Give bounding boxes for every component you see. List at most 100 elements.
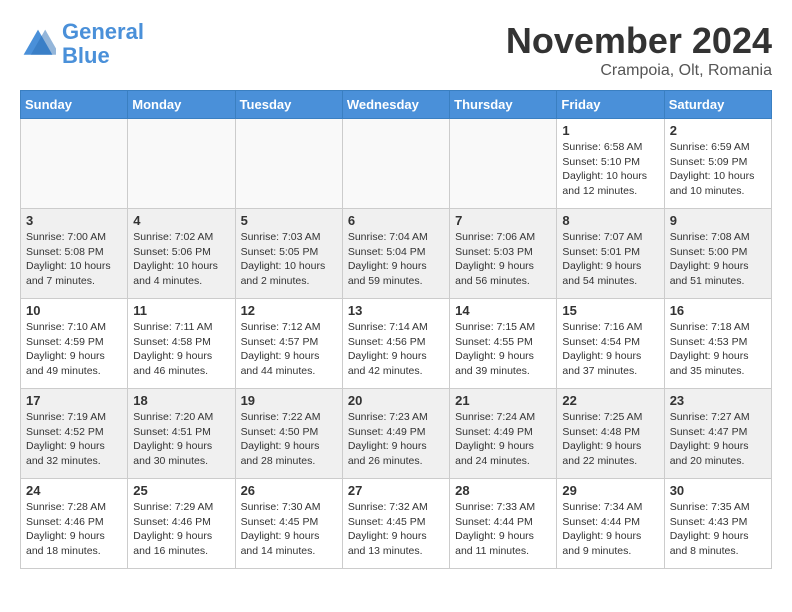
weekday-header-saturday: Saturday [664,91,771,119]
weekday-header-wednesday: Wednesday [342,91,449,119]
day-info: Sunrise: 7:32 AM Sunset: 4:45 PM Dayligh… [348,500,444,559]
day-info: Sunrise: 7:19 AM Sunset: 4:52 PM Dayligh… [26,410,122,469]
day-number: 17 [26,393,122,408]
day-cell [450,119,557,209]
day-number: 6 [348,213,444,228]
day-info: Sunrise: 6:59 AM Sunset: 5:09 PM Dayligh… [670,140,766,199]
day-number: 15 [562,303,658,318]
day-number: 28 [455,483,551,498]
day-info: Sunrise: 7:11 AM Sunset: 4:58 PM Dayligh… [133,320,229,379]
logo: General Blue [20,20,144,68]
day-cell: 19 Sunrise: 7:22 AM Sunset: 4:50 PM Dayli… [235,389,342,479]
logo-blue: Blue [62,43,110,68]
day-info: Sunrise: 7:08 AM Sunset: 5:00 PM Dayligh… [670,230,766,289]
day-number: 7 [455,213,551,228]
day-cell: 13Sunrise: 7:14 AM Sunset: 4:56 PM Dayli… [342,299,449,389]
day-cell: 8 Sunrise: 7:07 AM Sunset: 5:01 PM Daylig… [557,209,664,299]
day-cell: 2 Sunrise: 6:59 AM Sunset: 5:09 PM Daylig… [664,119,771,209]
day-info: Sunrise: 7:15 AM Sunset: 4:55 PM Dayligh… [455,320,551,379]
day-info: Sunrise: 7:24 AM Sunset: 4:49 PM Dayligh… [455,410,551,469]
day-number: 20 [348,393,444,408]
day-cell: 22Sunrise: 7:25 AM Sunset: 4:48 PM Dayli… [557,389,664,479]
weekday-header-thursday: Thursday [450,91,557,119]
day-cell: 28 Sunrise: 7:33 AM Sunset: 4:44 PM Dayli… [450,479,557,569]
weekday-header-monday: Monday [128,91,235,119]
week-row-3: 10 Sunrise: 7:10 AM Sunset: 4:59 PM Dayli… [21,299,772,389]
day-cell: 10 Sunrise: 7:10 AM Sunset: 4:59 PM Dayli… [21,299,128,389]
day-cell: 5 Sunrise: 7:03 AM Sunset: 5:05 PM Daylig… [235,209,342,299]
day-number: 21 [455,393,551,408]
day-info: Sunrise: 7:10 AM Sunset: 4:59 PM Dayligh… [26,320,122,379]
title-block: November 2024 Crampoia, Olt, Romania [506,20,772,80]
day-number: 5 [241,213,337,228]
day-info: Sunrise: 7:23 AM Sunset: 4:49 PM Dayligh… [348,410,444,469]
logo-text: General Blue [62,20,144,68]
day-info: Sunrise: 7:22 AM Sunset: 4:50 PM Dayligh… [241,410,337,469]
day-cell: 4Sunrise: 7:02 AM Sunset: 5:06 PM Daylig… [128,209,235,299]
day-info: Sunrise: 7:33 AM Sunset: 4:44 PM Dayligh… [455,500,551,559]
location: Crampoia, Olt, Romania [506,62,772,80]
day-cell [21,119,128,209]
day-info: Sunrise: 7:30 AM Sunset: 4:45 PM Dayligh… [241,500,337,559]
day-cell: 9 Sunrise: 7:08 AM Sunset: 5:00 PM Daylig… [664,209,771,299]
day-number: 1 [562,123,658,138]
day-cell [235,119,342,209]
day-number: 2 [670,123,766,138]
day-number: 9 [670,213,766,228]
page-header: General Blue November 2024 Crampoia, Olt… [20,20,772,80]
day-info: Sunrise: 7:29 AM Sunset: 4:46 PM Dayligh… [133,500,229,559]
day-number: 3 [26,213,122,228]
day-info: Sunrise: 7:03 AM Sunset: 5:05 PM Dayligh… [241,230,337,289]
day-info: Sunrise: 7:06 AM Sunset: 5:03 PM Dayligh… [455,230,551,289]
calendar-table: SundayMondayTuesdayWednesdayThursdayFrid… [20,90,772,569]
week-row-2: 3Sunrise: 7:00 AM Sunset: 5:08 PM Daylig… [21,209,772,299]
day-cell: 23Sunrise: 7:27 AM Sunset: 4:47 PM Dayli… [664,389,771,479]
day-cell: 12Sunrise: 7:12 AM Sunset: 4:57 PM Dayli… [235,299,342,389]
day-info: Sunrise: 7:16 AM Sunset: 4:54 PM Dayligh… [562,320,658,379]
day-number: 18 [133,393,229,408]
day-info: Sunrise: 7:35 AM Sunset: 4:43 PM Dayligh… [670,500,766,559]
day-cell: 11 Sunrise: 7:11 AM Sunset: 4:58 PM Dayli… [128,299,235,389]
day-number: 11 [133,303,229,318]
day-cell: 3Sunrise: 7:00 AM Sunset: 5:08 PM Daylig… [21,209,128,299]
day-cell: 29Sunrise: 7:34 AM Sunset: 4:44 PM Dayli… [557,479,664,569]
day-number: 22 [562,393,658,408]
day-info: Sunrise: 7:18 AM Sunset: 4:53 PM Dayligh… [670,320,766,379]
day-cell: 6 Sunrise: 7:04 AM Sunset: 5:04 PM Daylig… [342,209,449,299]
day-cell: 14 Sunrise: 7:15 AM Sunset: 4:55 PM Dayli… [450,299,557,389]
day-info: Sunrise: 7:28 AM Sunset: 4:46 PM Dayligh… [26,500,122,559]
day-cell: 30 Sunrise: 7:35 AM Sunset: 4:43 PM Dayli… [664,479,771,569]
day-number: 14 [455,303,551,318]
day-number: 30 [670,483,766,498]
week-row-1: 1Sunrise: 6:58 AM Sunset: 5:10 PM Daylig… [21,119,772,209]
day-cell: 17 Sunrise: 7:19 AM Sunset: 4:52 PM Dayli… [21,389,128,479]
day-number: 13 [348,303,444,318]
day-cell [342,119,449,209]
day-number: 27 [348,483,444,498]
day-info: Sunrise: 7:07 AM Sunset: 5:01 PM Dayligh… [562,230,658,289]
day-number: 25 [133,483,229,498]
day-number: 16 [670,303,766,318]
day-cell [128,119,235,209]
day-number: 4 [133,213,229,228]
day-number: 8 [562,213,658,228]
day-cell: 21 Sunrise: 7:24 AM Sunset: 4:49 PM Dayli… [450,389,557,479]
day-cell: 7 Sunrise: 7:06 AM Sunset: 5:03 PM Daylig… [450,209,557,299]
day-cell: 27 Sunrise: 7:32 AM Sunset: 4:45 PM Dayli… [342,479,449,569]
weekday-header-tuesday: Tuesday [235,91,342,119]
weekday-header-sunday: Sunday [21,91,128,119]
day-cell: 24Sunrise: 7:28 AM Sunset: 4:46 PM Dayli… [21,479,128,569]
day-cell: 20 Sunrise: 7:23 AM Sunset: 4:49 PM Dayli… [342,389,449,479]
weekday-header-row: SundayMondayTuesdayWednesdayThursdayFrid… [21,91,772,119]
day-cell: 26 Sunrise: 7:30 AM Sunset: 4:45 PM Dayli… [235,479,342,569]
day-cell: 16 Sunrise: 7:18 AM Sunset: 4:53 PM Dayli… [664,299,771,389]
day-number: 10 [26,303,122,318]
month-title: November 2024 [506,20,772,62]
day-number: 19 [241,393,337,408]
day-cell: 15 Sunrise: 7:16 AM Sunset: 4:54 PM Dayli… [557,299,664,389]
week-row-5: 24Sunrise: 7:28 AM Sunset: 4:46 PM Dayli… [21,479,772,569]
day-cell: 25 Sunrise: 7:29 AM Sunset: 4:46 PM Dayli… [128,479,235,569]
day-info: Sunrise: 7:12 AM Sunset: 4:57 PM Dayligh… [241,320,337,379]
day-info: Sunrise: 7:04 AM Sunset: 5:04 PM Dayligh… [348,230,444,289]
day-number: 26 [241,483,337,498]
